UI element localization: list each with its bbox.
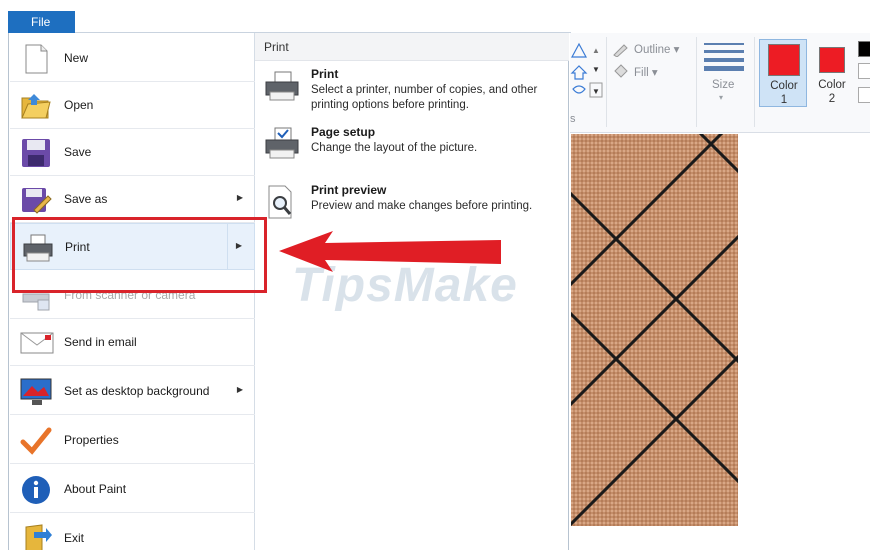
info-icon — [20, 474, 52, 506]
ribbon-tab-strip — [75, 11, 571, 33]
shapes-gallery[interactable]: ▲ ▼ ▼ — [570, 39, 606, 109]
size-dropdown-icon: ▾ — [719, 93, 724, 102]
color-2-number: 2 — [828, 93, 836, 105]
submenu-title: Print — [255, 33, 569, 61]
color-2-swatch — [819, 47, 845, 73]
save-disk-icon — [20, 137, 52, 169]
color-2-label: Color — [818, 79, 846, 91]
submenu-item-print[interactable]: Print Select a printer, number of copies… — [261, 67, 561, 113]
shapes-group-label-fragment: s — [570, 113, 576, 125]
palette-swatch-white[interactable] — [858, 63, 870, 79]
new-file-icon — [20, 43, 52, 75]
menu-item-save[interactable]: Save — [10, 129, 255, 176]
menu-item-open[interactable]: Open — [10, 82, 255, 129]
menu-item-exit[interactable]: Exit — [10, 515, 255, 550]
paint-window: File ▲ ▼ ▼ s Outline ▾ Fill ▾ Size ▾ Col… — [0, 0, 870, 550]
color-1-swatch — [768, 44, 800, 76]
svg-text:▲: ▲ — [592, 46, 600, 55]
printer-icon — [263, 69, 301, 103]
submenu-item-page-setup[interactable]: Page setup Change the layout of the pict… — [261, 125, 561, 165]
svg-text:▼: ▼ — [592, 87, 600, 96]
fill-icon — [612, 63, 630, 79]
size-button[interactable]: Size — [712, 79, 734, 91]
save-as-icon — [20, 184, 52, 216]
email-icon — [20, 327, 54, 359]
file-tab[interactable]: File — [8, 11, 75, 33]
palette-swatch-black[interactable] — [858, 41, 870, 57]
menu-item-properties[interactable]: Properties — [10, 417, 255, 464]
exit-door-icon — [20, 523, 52, 550]
svg-text:▼: ▼ — [592, 65, 600, 74]
canvas-image — [571, 134, 738, 526]
menu-item-desktop-background[interactable]: Set as desktop background ▶ — [10, 368, 255, 415]
color-1-button[interactable]: Color 1 — [759, 39, 807, 107]
ribbon: ▲ ▼ ▼ s Outline ▾ Fill ▾ Size ▾ Color 1 … — [570, 33, 870, 133]
color-1-label: Color — [770, 80, 798, 92]
outline-button[interactable]: Outline ▾ — [634, 42, 679, 56]
submenu-item-print-preview[interactable]: Print preview Preview and make changes b… — [261, 183, 561, 233]
color-2-button[interactable]: Color 2 — [808, 39, 856, 107]
menu-item-new[interactable]: New — [10, 35, 255, 82]
size-icon[interactable] — [704, 41, 744, 71]
menu-item-about[interactable]: About Paint — [10, 466, 255, 513]
outline-icon — [612, 41, 630, 58]
save-as-arrow-icon: ▶ — [236, 193, 243, 202]
color-1-number: 1 — [780, 94, 788, 106]
menu-item-save-as[interactable]: Save as ▶ — [10, 176, 255, 223]
print-preview-icon — [263, 185, 301, 219]
desktop-monitor-icon — [20, 376, 52, 408]
palette-swatch-white-2[interactable] — [858, 87, 870, 103]
print-highlight-box — [12, 217, 267, 293]
open-folder-icon — [20, 90, 52, 122]
red-arrow-icon — [279, 231, 501, 272]
menu-item-send-email[interactable]: Send in email — [10, 319, 255, 366]
checkmark-icon — [20, 425, 52, 457]
desktop-background-arrow-icon: ▶ — [236, 385, 243, 394]
fill-button[interactable]: Fill ▾ — [634, 65, 658, 79]
page-setup-icon — [263, 127, 301, 161]
